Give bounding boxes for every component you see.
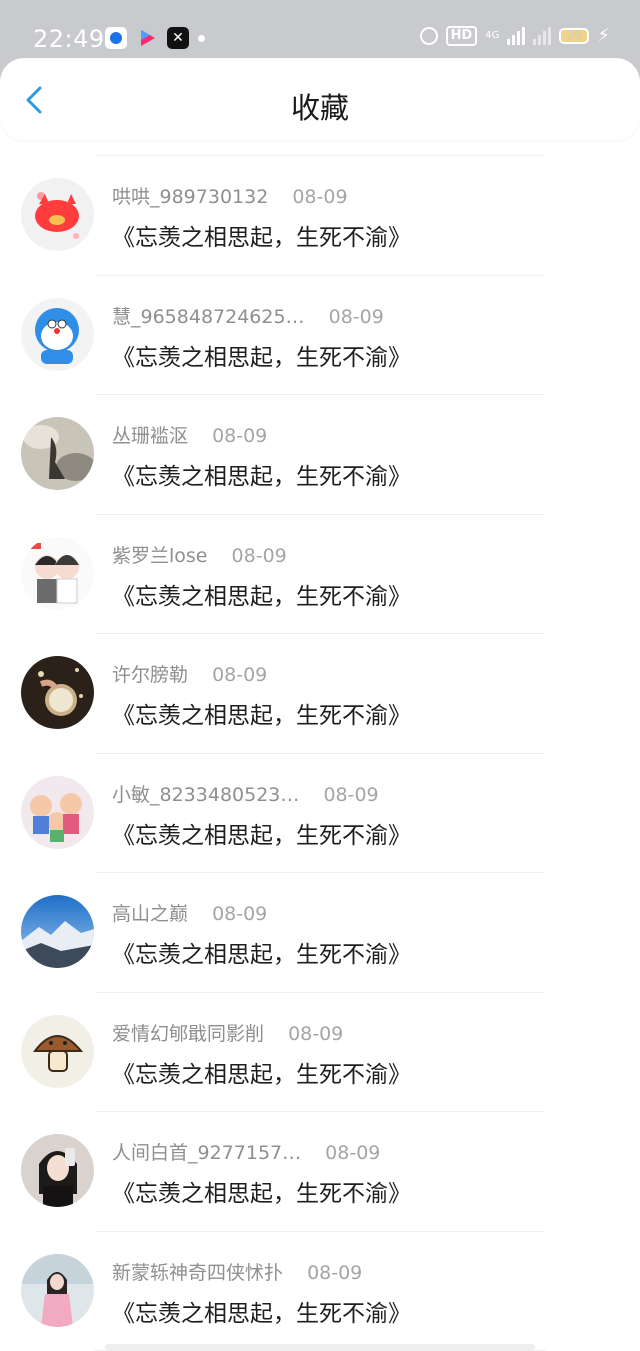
date: 08-09 (292, 186, 348, 208)
battery-icon: 29 (559, 28, 590, 44)
avatar (21, 1253, 94, 1327)
avatar (21, 417, 94, 490)
date: 08-09 (323, 783, 379, 806)
hd-badge: HD (445, 26, 478, 46)
username: 丛珊褴沤 (112, 425, 189, 447)
date: 08-09 (307, 1261, 363, 1284)
username: 爱情幻郇戢同影削 (112, 1022, 265, 1045)
username: 小敏_8233480523… (112, 783, 300, 806)
avatar (21, 178, 94, 251)
list-item[interactable]: 许尔膀勒 08-09 《忘羡之相思起，生死不渝》 (0, 634, 640, 754)
date: 08-09 (328, 305, 384, 328)
status-time: 22:49 (33, 25, 105, 53)
date: 08-09 (212, 664, 268, 686)
notification-dot (198, 35, 205, 42)
app-notification-icon (105, 27, 127, 49)
date: 08-09 (212, 903, 268, 925)
username: 高山之巅 (112, 903, 189, 925)
collection-title: 《忘羡之相思起，生死不渝》 (112, 822, 411, 849)
list-item[interactable]: 慧_965848724625… 08-09 《忘羡之相思起，生死不渝》 (0, 276, 640, 396)
status-indicators: HD 4G 29 ⚡ (419, 25, 610, 46)
network-label: 4G (485, 30, 500, 41)
app-header: 收藏 (0, 58, 640, 140)
avatar (21, 775, 94, 849)
date: 08-09 (325, 1142, 381, 1164)
collection-title: 《忘羡之相思起，生死不渝》 (112, 942, 411, 968)
signal-secondary-icon (533, 27, 552, 45)
date: 08-09 (231, 544, 287, 567)
alarm-icon (419, 27, 438, 45)
collection-title: 《忘羡之相思起，生死不渝》 (112, 344, 411, 371)
username: 许尔膀勒 (112, 664, 189, 686)
username: 新蒙轹神奇四侠怵扑 (112, 1261, 284, 1284)
avatar (21, 536, 94, 610)
collection-title: 《忘羡之相思起，生死不渝》 (112, 1061, 411, 1088)
list-item[interactable]: 哄哄_989730132 08-09 《忘羡之相思起，生死不渝》 (0, 156, 640, 276)
collection-title: 《忘羡之相思起，生死不渝》 (112, 1181, 411, 1207)
list-item[interactable]: 爱情幻郇戢同影削 08-09 《忘羡之相思起，生死不渝》 (0, 993, 640, 1113)
collection-title: 《忘羡之相思起，生死不渝》 (112, 225, 411, 251)
avatar (21, 656, 94, 729)
list-item[interactable]: 新蒙轹神奇四侠怵扑 08-09 《忘羡之相思起，生死不渝》 (0, 1232, 640, 1351)
list-item[interactable]: 高山之巅 08-09 《忘羡之相思起，生死不渝》 (0, 873, 640, 993)
page-title: 收藏 (290, 91, 349, 125)
charging-icon: ⚡ (597, 25, 610, 46)
list-item[interactable]: 紫罗兰lose 08-09 《忘羡之相思起，生死不渝》 (0, 515, 640, 635)
list-item[interactable]: 丛珊褴沤 08-09 《忘羡之相思起，生死不渝》 (0, 395, 640, 515)
scroll-edge-bar (105, 1344, 535, 1351)
favorites-list: 哄哄_989730132 08-09 《忘羡之相思起，生死不渝》 慧_96584… (0, 140, 640, 1351)
list-item[interactable]: 小敏_8233480523… 08-09 《忘羡之相思起，生死不渝》 (0, 754, 640, 874)
avatar (21, 1134, 94, 1207)
date: 08-09 (212, 425, 268, 447)
username: 哄哄_989730132 (112, 186, 269, 208)
avatar (21, 1014, 94, 1088)
capcut-icon: ✕ (167, 27, 189, 49)
signal-icon (507, 27, 526, 45)
date: 08-09 (288, 1022, 344, 1045)
username: 人间白首_9277157… (112, 1142, 302, 1164)
collection-title: 《忘羡之相思起，生死不渝》 (112, 464, 411, 490)
username: 慧_965848724625… (112, 305, 305, 328)
avatar (21, 297, 94, 371)
collection-title: 《忘羡之相思起，生死不渝》 (112, 583, 411, 610)
youku-icon (137, 27, 159, 49)
avatar (21, 895, 94, 968)
collection-title: 《忘羡之相思起，生死不渝》 (112, 1300, 411, 1327)
username: 紫罗兰lose (112, 544, 208, 567)
collection-title: 《忘羡之相思起，生死不渝》 (112, 703, 411, 729)
list-item[interactable]: 人间白首_9277157… 08-09 《忘羡之相思起，生死不渝》 (0, 1112, 640, 1232)
